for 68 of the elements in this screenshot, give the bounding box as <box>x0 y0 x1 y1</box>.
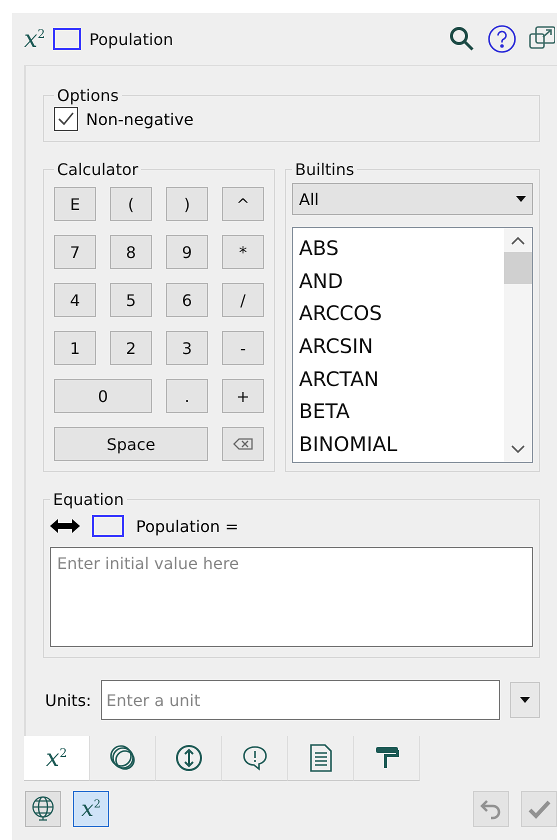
equation-button[interactable]: x$^{2}$ <box>73 791 109 827</box>
equation-label: Population = <box>136 516 239 536</box>
calculator-key[interactable]: 0 <box>54 379 152 413</box>
backspace-icon <box>233 438 253 450</box>
group-title: Options <box>56 86 120 105</box>
globe-button[interactable] <box>25 791 61 827</box>
calculator-key[interactable]: * <box>222 235 264 269</box>
equation-logo: x$^{2}$ <box>24 25 46 53</box>
panel-tab[interactable] <box>156 736 222 781</box>
scroll-up-icon <box>511 236 525 246</box>
calculator-key[interactable]: E <box>54 187 96 221</box>
dropdown-caret-icon <box>520 697 530 703</box>
panel-tab[interactable]: x$^{2}$ <box>24 736 90 781</box>
calculator-key[interactable]: Space <box>54 427 208 461</box>
calculator-key[interactable]: 6 <box>166 283 208 317</box>
group-title: Calculator <box>56 160 140 179</box>
backspace-key[interactable] <box>222 427 264 461</box>
function-list-item[interactable]: BETA <box>299 395 498 428</box>
function-list-item[interactable]: BINOMIAL <box>299 428 498 461</box>
help-button[interactable] <box>485 22 519 56</box>
search-icon <box>449 26 475 52</box>
calculator-key[interactable]: + <box>222 379 264 413</box>
help-icon <box>487 24 517 54</box>
dropdown-caret-icon <box>516 196 526 202</box>
calculator-key[interactable]: . <box>166 379 208 413</box>
calculator-key[interactable]: 7 <box>54 235 96 269</box>
scrollbar[interactable] <box>504 228 532 462</box>
calculator-key[interactable]: 9 <box>166 235 208 269</box>
scrollbar-thumb[interactable] <box>504 252 532 284</box>
globe-icon <box>30 795 56 823</box>
variable-swatch <box>92 515 124 537</box>
calculator-key[interactable]: / <box>222 283 264 317</box>
function-list-item[interactable]: AND <box>299 264 498 298</box>
checkbox-box[interactable] <box>54 107 78 131</box>
document-icon <box>308 743 332 773</box>
units-dropdown-button[interactable] <box>510 682 540 718</box>
function-list-item[interactable]: ABS <box>299 232 498 265</box>
calculator-key[interactable]: 5 <box>110 283 152 317</box>
calculator-key[interactable]: ^ <box>222 187 264 221</box>
group-title: Builtins <box>294 160 356 179</box>
panel-tab[interactable] <box>288 736 354 781</box>
function-list-item[interactable]: ARCTAN <box>299 362 498 396</box>
panel-tab[interactable] <box>90 736 156 781</box>
variable-swatch <box>53 28 82 50</box>
calculator-key[interactable]: 3 <box>166 331 208 365</box>
category-dropdown[interactable]: All <box>292 183 533 215</box>
function-list-item[interactable]: ARCSIN <box>299 330 498 363</box>
function-list-item[interactable]: ARCCOS <box>299 297 498 330</box>
units-label: Units: <box>45 690 92 710</box>
undo-icon <box>479 797 503 821</box>
circles-icon <box>108 744 136 772</box>
non-negative-checkbox[interactable]: Non-negative <box>54 107 529 131</box>
speech-bubble-icon <box>240 744 268 772</box>
initial-value-field[interactable]: Enter initial value here <box>50 547 533 647</box>
calculator-key[interactable]: ) <box>166 187 208 221</box>
calculator-key[interactable]: ( <box>110 187 152 221</box>
calculator-key[interactable]: 8 <box>110 235 152 269</box>
units-field[interactable]: Enter a unit <box>101 680 500 720</box>
calculator-key[interactable]: 2 <box>110 331 152 365</box>
calculator-key[interactable]: 1 <box>54 331 96 365</box>
panel-tab[interactable] <box>354 736 420 781</box>
variable-name: Population <box>89 30 174 48</box>
calculator-key[interactable]: 4 <box>54 283 96 317</box>
scroll-down-icon <box>511 444 525 454</box>
calculator-key[interactable]: - <box>222 331 264 365</box>
group-title: Equation <box>52 490 125 509</box>
double-arrow-icon <box>50 519 80 533</box>
panel-tab[interactable] <box>222 736 288 781</box>
